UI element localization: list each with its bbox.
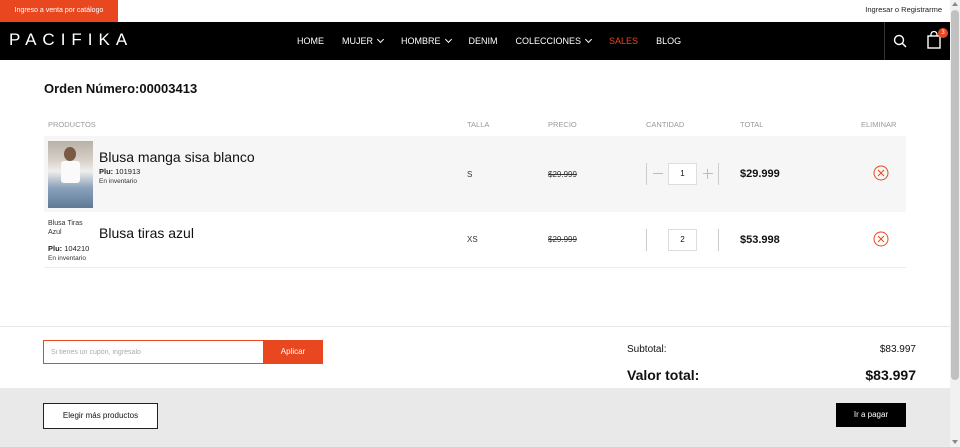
- section-divider: [0, 326, 950, 327]
- login-register-link[interactable]: Ingresar o Registrarme: [865, 0, 942, 20]
- nav-item-home[interactable]: HOME: [297, 36, 324, 46]
- continue-shopping-button[interactable]: Elegir más productos: [43, 403, 158, 429]
- product-name[interactable]: Blusa manga sisa blanco: [99, 149, 255, 165]
- plu-value: 104210: [64, 244, 90, 253]
- chevron-down-icon: [444, 35, 452, 44]
- scroll-up-arrow-icon[interactable]: [952, 2, 958, 6]
- col-size: TALLA: [467, 120, 490, 129]
- stock-status: En inventario: [48, 255, 86, 262]
- col-remove: ELIMINAR: [861, 120, 897, 129]
- main-header: PACIFIKA HOME MUJER HOMBRE DENIM COLECCI…: [0, 22, 950, 60]
- product-image-model-head: [64, 147, 76, 161]
- quantity-value[interactable]: 1: [668, 163, 697, 185]
- product-price: $29.999: [548, 170, 577, 179]
- catalog-sales-button[interactable]: Ingreso a venta por catálogo: [0, 0, 118, 22]
- line-total: $53.998: [740, 234, 780, 246]
- chevron-down-icon: [376, 35, 385, 44]
- increase-quantity-button[interactable]: [697, 229, 719, 251]
- col-total: TOTAL: [740, 120, 764, 129]
- nav-label: DENIM: [468, 36, 498, 46]
- page-scrollbar[interactable]: [950, 0, 960, 447]
- plu-label: Plu:: [48, 244, 63, 253]
- top-strip: Ingreso a venta por catálogo Ingresar o …: [0, 0, 950, 22]
- nav-label: HOME: [297, 36, 324, 46]
- increase-quantity-button[interactable]: [697, 163, 719, 185]
- product-image[interactable]: [48, 141, 93, 208]
- subtotal-label: Subtotal:: [627, 344, 667, 355]
- chevron-down-icon: [584, 35, 593, 44]
- stock-status: En inventario: [99, 178, 137, 185]
- col-price: PRECIO: [548, 120, 577, 129]
- coupon-input[interactable]: [43, 340, 263, 364]
- header-divider: [884, 22, 885, 60]
- decrease-quantity-button[interactable]: [646, 163, 668, 185]
- scrollbar-thumb[interactable]: [951, 10, 959, 380]
- quantity-value[interactable]: 2: [668, 229, 697, 251]
- col-products: PRODUCTOS: [48, 120, 96, 129]
- product-name[interactable]: Blusa tiras azul: [99, 225, 194, 241]
- apply-coupon-button[interactable]: Aplicar: [263, 340, 323, 364]
- cart-count-badge: 3: [938, 28, 948, 38]
- scroll-down-arrow-icon[interactable]: [952, 440, 958, 444]
- cart-row: Blusa manga sisa blanco Plu: 101913 En i…: [44, 136, 906, 212]
- quantity-stepper: 1: [646, 163, 719, 185]
- nav-item-mujer[interactable]: MUJER: [342, 35, 385, 46]
- nav-label: HOMBRE: [401, 36, 441, 46]
- nav-item-denim[interactable]: DENIM: [469, 36, 498, 46]
- checkout-button[interactable]: Ir a pagar: [836, 403, 906, 427]
- total-label: Valor total:: [627, 367, 700, 383]
- nav-item-blog[interactable]: BLOG: [656, 36, 681, 46]
- cart-row: Blusa Tiras Azul Blusa tiras azul Plu: 1…: [44, 213, 906, 268]
- nav-item-colecciones[interactable]: COLECCIONES: [515, 35, 593, 46]
- quantity-stepper: 2: [646, 229, 719, 251]
- remove-item-icon[interactable]: [873, 231, 889, 247]
- remove-item-icon[interactable]: [873, 165, 889, 181]
- product-size: S: [467, 170, 473, 179]
- nav-label: MUJER: [342, 36, 373, 46]
- cart-footer: Elegir más productos Ir a pagar: [0, 388, 950, 447]
- total-value: $83.997: [865, 367, 916, 383]
- product-plu: Plu: 101913: [99, 167, 140, 176]
- main-nav: HOME MUJER HOMBRE DENIM COLECCIONES SALE…: [297, 22, 699, 60]
- logo[interactable]: PACIFIKA: [9, 30, 133, 50]
- product-plu: Plu: 104210: [48, 244, 89, 253]
- product-size: XS: [467, 235, 478, 244]
- nav-label: SALES: [609, 36, 639, 46]
- subtotal-value: $83.997: [879, 344, 916, 355]
- col-quantity: CANTIDAD: [646, 120, 685, 129]
- order-title: Orden Número:00003413: [44, 81, 198, 96]
- line-total: $29.999: [740, 168, 780, 180]
- search-icon[interactable]: [893, 34, 907, 48]
- plu-value: 101913: [115, 167, 141, 176]
- nav-label: COLECCIONES: [515, 36, 582, 46]
- cart-table-header: PRODUCTOS TALLA PRECIO CANTIDAD TOTAL EL…: [44, 120, 906, 132]
- nav-label: BLOG: [656, 36, 682, 46]
- product-image-alt[interactable]: Blusa Tiras Azul: [48, 219, 94, 237]
- decrease-quantity-button[interactable]: [646, 229, 668, 251]
- plu-label: Plu:: [99, 167, 114, 176]
- product-price: $29.999: [548, 235, 577, 244]
- nav-item-sales[interactable]: SALES: [609, 36, 638, 46]
- product-image-garment: [61, 161, 80, 183]
- nav-item-hombre[interactable]: HOMBRE: [401, 35, 452, 46]
